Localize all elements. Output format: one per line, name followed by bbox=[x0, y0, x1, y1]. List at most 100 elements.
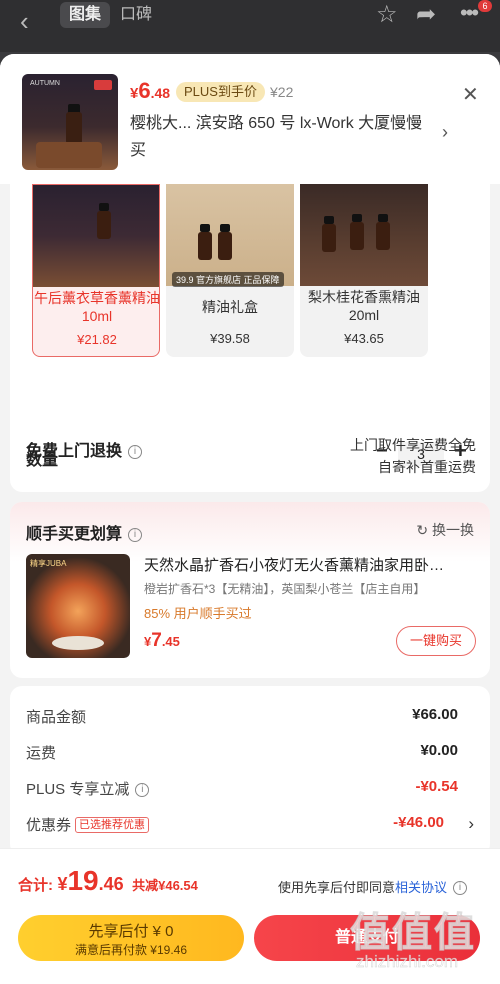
watermark-mark: 值值值 bbox=[350, 911, 476, 956]
product-thumbnail: AUTUMN bbox=[22, 74, 118, 170]
bundle-recommend-card: 顺手买更划算 i ↻ 换一换 精享JUBA 天然水晶扩香石小夜灯无火香薰精油家用卧… bbox=[10, 502, 490, 678]
bottle-cap bbox=[378, 214, 388, 222]
tab-gallery[interactable]: 图集 bbox=[60, 2, 110, 28]
sku-price: ¥39.58 bbox=[210, 331, 250, 346]
thumbnail-brand: AUTUMN bbox=[30, 80, 60, 87]
bottle-shape bbox=[198, 232, 212, 260]
tab-reviews[interactable]: 口碑 bbox=[120, 2, 152, 28]
chevron-right-icon[interactable]: › bbox=[468, 814, 474, 834]
total-integer: 19 bbox=[67, 865, 99, 896]
coupon-tag: 已选推荐优惠 bbox=[75, 817, 150, 833]
coupon-row[interactable]: 优惠券 已选推荐优惠 -¥46.00 bbox=[26, 814, 458, 836]
bundle-title-row: 顺手买更划算 i bbox=[26, 520, 143, 544]
sku-name: 午后薰衣草香薰精油10ml bbox=[34, 290, 160, 324]
sku-name: 梨木桂花香熏精油20ml bbox=[308, 289, 420, 323]
favorite-star-icon[interactable]: ☆ bbox=[376, 0, 398, 29]
sku-image bbox=[300, 184, 428, 286]
refresh-icon: ↻ bbox=[416, 522, 432, 538]
back-icon[interactable]: ‹ bbox=[20, 6, 29, 37]
top-nav-bar: ‹ 图集 口碑 ☆ ➦ ••• 6 bbox=[0, 0, 500, 52]
summary-label: 商品金额 bbox=[26, 709, 87, 726]
bottle-shape bbox=[218, 232, 232, 260]
return-policy-note: 上门取件享运费全免 自寄补首重运费 bbox=[350, 434, 476, 478]
summary-row: 商品金额 ¥66.00 bbox=[26, 706, 458, 728]
thumbnail-tag bbox=[94, 80, 112, 90]
summary-row: PLUS 专享立减 i -¥0.54 bbox=[26, 778, 458, 800]
bundle-price: ¥7.45 bbox=[144, 630, 180, 652]
total-savings: 共减¥46.54 bbox=[132, 878, 198, 893]
swap-label: 换一换 bbox=[432, 522, 474, 538]
pay-later-sublabel: 满意后再付款 ¥19.46 bbox=[74, 943, 188, 957]
sku-option-2[interactable]: 39.9 官方旗舰店 正品保障 精油礼盒 ¥39.58 bbox=[166, 184, 294, 357]
bottle-cap bbox=[352, 214, 362, 222]
summary-label-row: 优惠券 已选推荐优惠 bbox=[26, 814, 150, 835]
bottle-cap bbox=[220, 224, 230, 232]
bottle-cap bbox=[99, 203, 109, 211]
bottle-shape bbox=[322, 224, 336, 252]
plus-price-badge: PLUS到手价 bbox=[176, 82, 265, 102]
info-icon[interactable]: i bbox=[128, 445, 143, 459]
free-return-label: 免费上门退换 bbox=[26, 443, 123, 460]
summary-label-row: PLUS 专享立减 i bbox=[26, 778, 150, 799]
bottle-cap bbox=[324, 216, 334, 224]
chevron-right-icon[interactable]: › bbox=[442, 122, 448, 143]
total-currency: ¥ bbox=[57, 874, 68, 894]
bundle-image-label: 精享JUBA bbox=[30, 559, 67, 568]
free-return-row: 免费上门退换 i bbox=[26, 437, 143, 461]
close-icon[interactable]: ✕ bbox=[462, 82, 479, 107]
price-decimal: .48 bbox=[150, 85, 171, 101]
info-icon[interactable]: i bbox=[135, 783, 150, 797]
bundle-product-name[interactable]: 天然水晶扩香石小夜灯无火香薰精油家用卧… bbox=[144, 554, 474, 575]
bottle-shape bbox=[66, 112, 82, 144]
pay-later-button[interactable]: 先享后付 ¥ 0 满意后再付款 ¥19.46 bbox=[18, 915, 244, 961]
watermark-logo: 值值值 zhizhizhi.com bbox=[340, 900, 500, 984]
watermark-url: zhizhizhi.com bbox=[356, 952, 459, 972]
order-total: 合计: ¥19.46 共减¥46.54 bbox=[18, 865, 198, 897]
sku-image bbox=[33, 185, 159, 287]
summary-label: 优惠券 bbox=[26, 817, 72, 834]
summary-label: PLUS 专享立减 bbox=[26, 781, 130, 798]
notification-badge: 6 bbox=[478, 0, 492, 12]
sku-price: ¥21.82 bbox=[77, 332, 117, 347]
bundle-product-spec[interactable]: 橙岩扩香石*3【无精油】，英国梨小苍兰【店主自用】 bbox=[144, 580, 425, 597]
bottle-shape bbox=[350, 222, 364, 250]
product-header: AUTUMN ¥6.48 PLUS到手价 ¥22 ✕ 樱桃大... 滨安路 65… bbox=[0, 54, 500, 184]
share-icon[interactable]: ➦ bbox=[416, 0, 436, 29]
sku-option-1[interactable]: 午后薰衣草香薰精油10ml ¥21.82 bbox=[32, 184, 160, 357]
delivery-address[interactable]: 樱桃大... 滨安路 650 号 lx-Work 大厦慢慢买 bbox=[130, 110, 430, 164]
bundle-buyers-stat: 85% 用户顺手买过 bbox=[144, 606, 252, 621]
wood-stand bbox=[36, 142, 102, 168]
sku-option-3[interactable]: 梨木桂花香熏精油20ml ¥43.65 bbox=[300, 184, 428, 357]
bottle-cap bbox=[200, 224, 210, 232]
swap-button[interactable]: ↻ 换一换 bbox=[416, 520, 474, 540]
summary-value: ¥66.00 bbox=[412, 706, 458, 723]
pay-later-label: 先享后付 ¥ 0 bbox=[88, 923, 174, 940]
price-integer: 7 bbox=[151, 630, 162, 651]
summary-value: -¥0.54 bbox=[415, 778, 458, 795]
order-summary: 商品金额 ¥66.00 运费 ¥0.00 PLUS 专享立减 i -¥0.54 优… bbox=[10, 686, 490, 856]
agreement-text: 使用先享后付即同意 bbox=[278, 880, 396, 895]
sku-name: 精油礼盒 bbox=[202, 299, 258, 315]
bottle-shape bbox=[97, 211, 111, 239]
summary-value: ¥0.00 bbox=[420, 742, 458, 759]
bundle-product-image[interactable]: 精享JUBA bbox=[26, 554, 130, 658]
product-price: ¥6.48 bbox=[130, 78, 170, 104]
total-label: 合计: bbox=[18, 877, 53, 894]
original-price: ¥22 bbox=[270, 84, 294, 100]
summary-value: -¥46.00 bbox=[393, 814, 444, 831]
summary-row: 运费 ¥0.00 bbox=[26, 742, 458, 764]
agreement-note: 使用先享后付即同意相关协议 i bbox=[278, 877, 468, 896]
more-icon[interactable]: ••• bbox=[460, 0, 479, 26]
sku-price: ¥43.65 bbox=[344, 331, 384, 346]
agreement-link[interactable]: 相关协议 bbox=[395, 880, 447, 895]
info-icon[interactable]: i bbox=[453, 881, 468, 895]
purchase-sheet: AUTUMN ¥6.48 PLUS到手价 ¥22 ✕ 樱桃大... 滨安路 65… bbox=[0, 54, 500, 984]
price-decimal: .45 bbox=[161, 634, 180, 649]
sku-image-label: 39.9 官方旗舰店 正品保障 bbox=[172, 272, 284, 287]
one-click-buy-button[interactable]: 一键购买 bbox=[396, 626, 476, 656]
return-policy-line-1: 上门取件享运费全免 bbox=[350, 437, 476, 453]
bottle-shape bbox=[376, 222, 390, 250]
info-icon[interactable]: i bbox=[128, 528, 143, 542]
price-integer: 6 bbox=[138, 78, 151, 103]
sku-image: 39.9 官方旗舰店 正品保障 bbox=[166, 184, 294, 287]
